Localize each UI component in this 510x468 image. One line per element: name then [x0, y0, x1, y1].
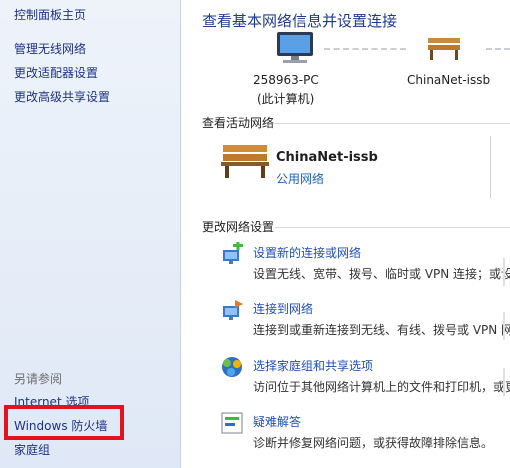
- connect-network-link[interactable]: 连接到网络: [253, 300, 313, 317]
- setup-connection-desc: 设置无线、宽带、拨号、临时或 VPN 连接；或设: [253, 267, 510, 281]
- network-type-link[interactable]: 公用网络: [276, 170, 324, 187]
- change-adapter-settings-link[interactable]: 更改适配器设置: [14, 64, 98, 81]
- divider: [275, 123, 510, 124]
- connection-line-internet: [486, 48, 510, 50]
- troubleshoot-link[interactable]: 疑难解答: [253, 413, 301, 430]
- change-settings-header: 更改网络设置: [202, 220, 275, 234]
- homegroup-link[interactable]: 家庭组: [14, 441, 50, 458]
- computer-name: 258963-PC: [253, 73, 319, 87]
- computer-sub: (此计算机): [257, 92, 315, 106]
- homegroup-sharing-link[interactable]: 选择家庭组和共享选项: [253, 357, 373, 374]
- scroll-edge: [503, 368, 505, 396]
- connect-network-icon: [223, 300, 243, 320]
- network-bench-icon: [428, 38, 460, 60]
- manage-wireless-link[interactable]: 管理无线网络: [14, 40, 86, 57]
- divider-vertical: [490, 136, 491, 198]
- homegroup-icon: [222, 357, 242, 377]
- main-content: 查看基本网络信息并设置连接 258963-PC (此计算机) ChinaNet-…: [181, 0, 510, 468]
- troubleshoot-desc: 诊断并修复网络问题，或获得故障排除信息。: [253, 436, 494, 450]
- setup-connection-link[interactable]: 设置新的连接或网络: [253, 244, 361, 261]
- control-panel-home-link[interactable]: 控制面板主页: [14, 6, 86, 23]
- scroll-edge: [503, 258, 505, 286]
- active-network-name: ChinaNet-issb: [276, 150, 378, 165]
- scroll-edge: [503, 312, 505, 340]
- network-node-name: ChinaNet-issb: [407, 73, 491, 87]
- page-title: 查看基本网络信息并设置连接: [202, 12, 398, 30]
- troubleshoot-icon: [221, 412, 243, 434]
- sidebar: 控制面板主页 管理无线网络 更改适配器设置 更改高级共享设置 另请参阅 Inte…: [0, 0, 181, 468]
- highlight-box: [4, 405, 124, 440]
- active-networks-header: 查看活动网络: [202, 116, 275, 130]
- see-also-label: 另请参阅: [14, 372, 63, 386]
- homegroup-sharing-desc: 访问位于其他网络计算机上的文件和打印机，或更: [253, 380, 510, 394]
- connect-network-desc: 连接到或重新连接到无线、有线、拨号或 VPN 网: [253, 323, 510, 337]
- computer-icon: [277, 32, 313, 63]
- divider: [275, 227, 510, 228]
- connection-line: [324, 48, 406, 50]
- network-setup-icon: [223, 242, 243, 264]
- public-network-bench-icon: [221, 145, 269, 178]
- change-advanced-sharing-link[interactable]: 更改高级共享设置: [14, 88, 110, 105]
